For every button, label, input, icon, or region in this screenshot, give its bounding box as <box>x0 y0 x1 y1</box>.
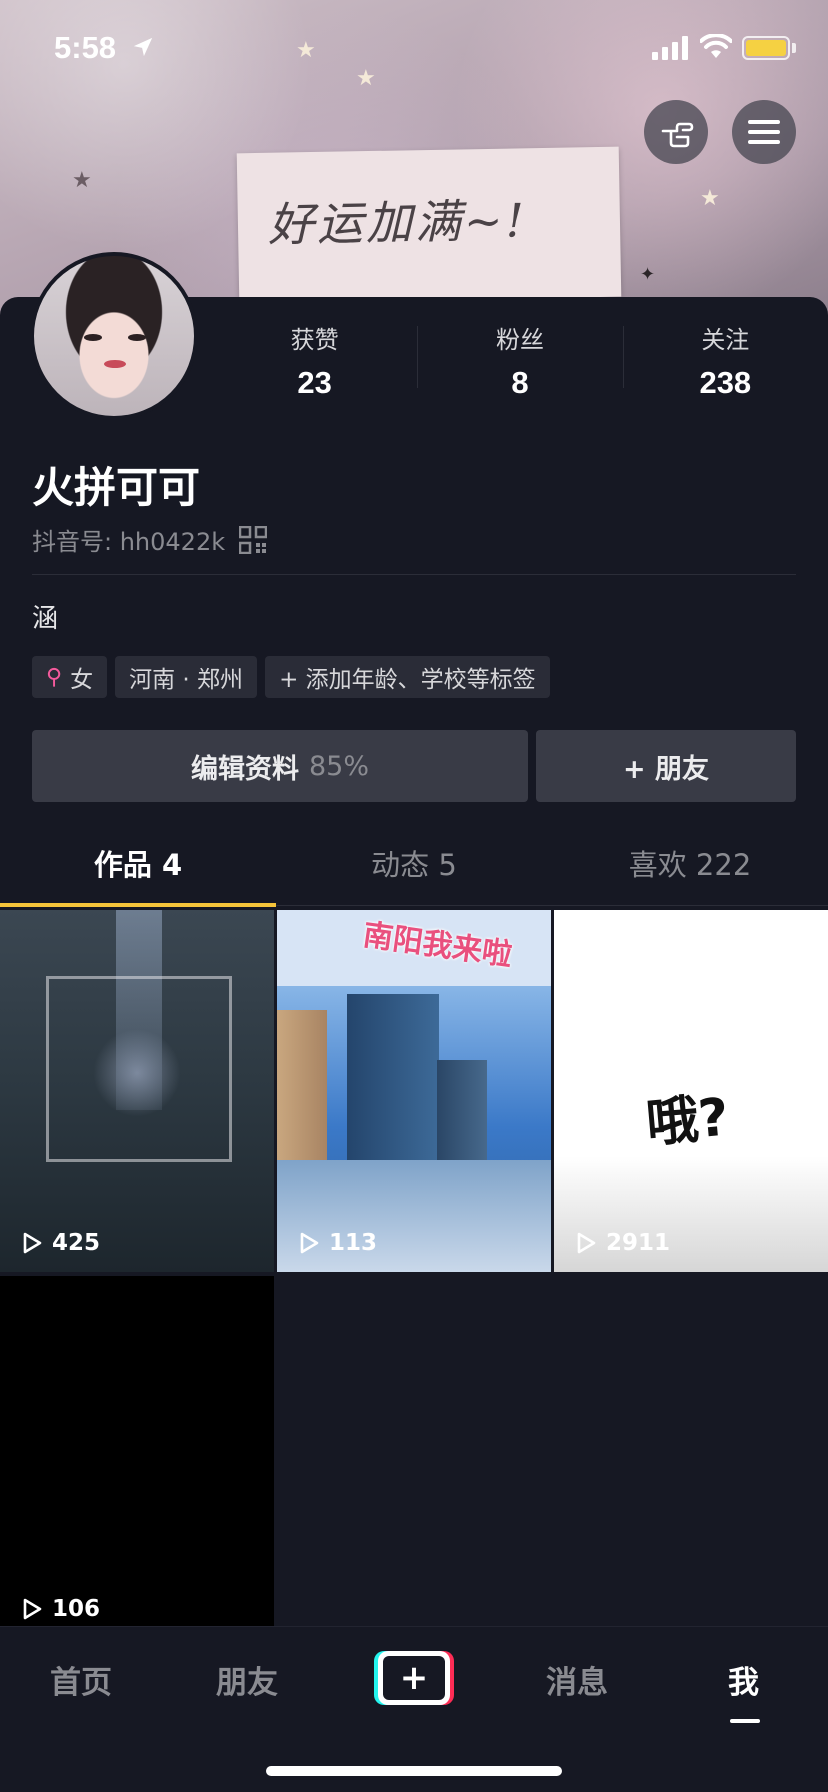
wifi-icon <box>700 34 732 58</box>
play-count: 2911 <box>574 1230 670 1256</box>
stat-label: 关注 <box>701 326 750 354</box>
stat-likes[interactable]: 获赞 23 <box>212 320 417 400</box>
tab-activity[interactable]: 动态 5 <box>276 834 552 905</box>
add-tags-label: + 添加年龄、学校等标签 <box>279 667 536 693</box>
profile-completion: 85% <box>308 750 369 782</box>
douyin-id: 抖音号: hh0422k <box>32 528 226 556</box>
battery-icon <box>742 36 790 60</box>
douyin-id-row[interactable]: 抖音号: hh0422k <box>32 522 268 557</box>
location-arrow-icon <box>133 37 153 57</box>
video-tile[interactable]: 南阳我来啦 113 <box>277 910 551 1272</box>
plus-icon: + <box>383 1656 445 1700</box>
play-icon <box>23 1232 42 1254</box>
stat-following[interactable]: 关注 238 <box>622 320 828 400</box>
status-time: 5:58 <box>54 30 117 65</box>
create-button[interactable]: + <box>374 1651 454 1705</box>
cellular-signal-icon <box>652 36 688 60</box>
play-count-value: 2911 <box>606 1230 671 1256</box>
battery-cap <box>792 43 796 53</box>
hamburger-menu-icon <box>748 120 780 144</box>
qr-code-icon[interactable] <box>239 525 268 554</box>
nav-friends[interactable]: 朋友 <box>216 1657 278 1702</box>
stat-value: 23 <box>297 365 332 400</box>
menu-button[interactable] <box>732 100 796 164</box>
female-icon: ⚲ <box>46 664 63 690</box>
stat-value: 8 <box>511 365 529 400</box>
stat-followers[interactable]: 粉丝 8 <box>417 320 622 400</box>
status-bar: 5:58 <box>0 0 828 96</box>
star-decoration: ✦ <box>640 264 656 285</box>
location-label: 河南 · 郑州 <box>129 667 244 693</box>
profile-stats: 获赞 23 粉丝 8 关注 238 <box>212 320 828 400</box>
profile-actions: 编辑资料 85% + 朋友 <box>32 730 796 802</box>
gender-tag[interactable]: ⚲ 女 <box>32 656 108 698</box>
tile-overlay-text: 哦? <box>644 1087 732 1155</box>
gender-label: 女 <box>70 667 94 693</box>
play-count: 106 <box>20 1596 100 1622</box>
star-decoration: ★ <box>72 168 92 193</box>
cover-note-text: 好运加满~! <box>267 193 528 252</box>
nav-active-indicator <box>730 1719 760 1723</box>
play-icon <box>577 1232 596 1254</box>
add-friend-label: + 朋友 <box>622 753 710 785</box>
avatar[interactable] <box>30 252 198 420</box>
play-count: 113 <box>297 1230 377 1256</box>
profile-name: 火拼可可 <box>32 463 201 512</box>
profile-tags: ⚲ 女 河南 · 郑州 + 添加年龄、学校等标签 <box>32 656 550 698</box>
edit-profile-label: 编辑资料 <box>190 753 299 785</box>
tab-works[interactable]: 作品 4 <box>0 834 276 907</box>
stat-value: 238 <box>699 365 752 400</box>
stat-label: 粉丝 <box>495 326 544 354</box>
profile-bio[interactable]: 涵 <box>32 598 58 635</box>
nav-home[interactable]: 首页 <box>50 1657 112 1702</box>
video-tile[interactable]: 106 <box>0 1276 274 1638</box>
cover-note: 好运加满~! <box>236 146 622 304</box>
nav-messages[interactable]: 消息 <box>546 1657 608 1702</box>
tab-likes[interactable]: 喜欢 222 <box>552 834 828 905</box>
video-tile[interactable]: 哦? 2911 <box>554 910 828 1272</box>
play-count-value: 113 <box>329 1230 378 1256</box>
visitor-button[interactable] <box>644 100 708 164</box>
create-button-face: + <box>378 1651 450 1705</box>
add-friend-button[interactable]: + 朋友 <box>536 730 796 802</box>
play-icon <box>23 1598 42 1620</box>
add-tags-button[interactable]: + 添加年龄、学校等标签 <box>265 656 550 698</box>
content-tabs: 作品 4 动态 5 喜欢 222 <box>0 834 828 907</box>
divider <box>32 574 796 575</box>
play-count-value: 425 <box>52 1230 101 1256</box>
stat-label: 获赞 <box>290 326 339 354</box>
video-tile[interactable]: 425 <box>0 910 274 1272</box>
edit-profile-button[interactable]: 编辑资料 85% <box>32 730 528 802</box>
play-count-value: 106 <box>52 1596 101 1622</box>
tile-thumbnail-detail <box>46 976 232 1162</box>
avatar-eye <box>128 334 146 341</box>
avatar-lips <box>104 360 126 368</box>
play-count: 425 <box>20 1230 100 1256</box>
home-indicator <box>266 1766 562 1776</box>
hand-point-icon <box>661 122 694 148</box>
nav-me[interactable]: 我 <box>728 1657 759 1702</box>
play-icon <box>300 1232 319 1254</box>
location-tag[interactable]: 河南 · 郑州 <box>115 656 258 698</box>
avatar-eye <box>84 334 102 341</box>
star-decoration: ★ <box>700 186 720 211</box>
